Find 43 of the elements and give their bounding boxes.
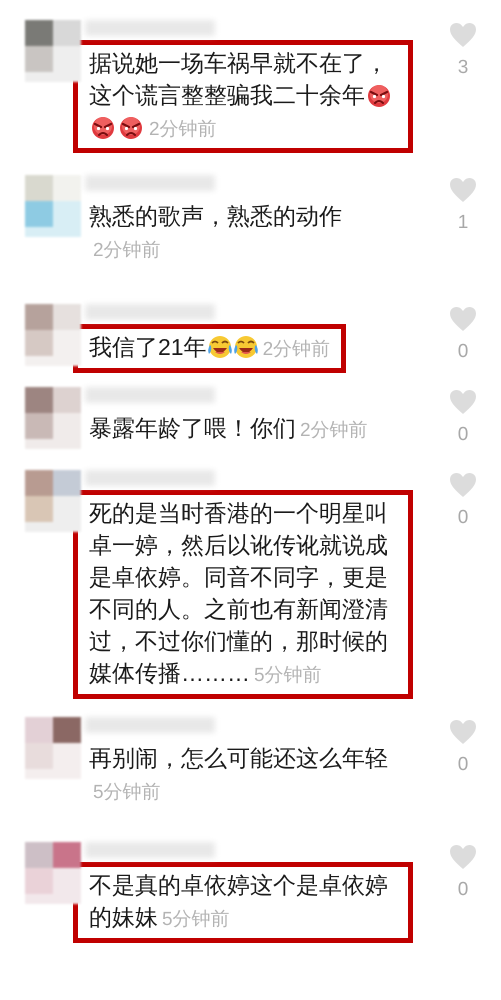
laughing-crying-face-icon	[206, 335, 233, 359]
like-count: 1	[458, 211, 468, 235]
comment-text: 不是真的卓依婷这个是卓依婷	[89, 872, 388, 898]
comment-time: 2分钟前	[149, 119, 217, 140]
comment-time: 2分钟前	[300, 420, 368, 441]
comment-text: 据说她一场车祸早就不在了，	[89, 50, 388, 76]
pixelated-avatar	[25, 717, 81, 779]
heart-icon[interactable]	[449, 719, 477, 745]
angry-face-icon	[118, 115, 144, 139]
comment-text: 再别闹，怎么可能还这么年轻	[89, 745, 388, 771]
comment-time: 5分钟前	[254, 665, 322, 686]
like-count: 0	[458, 753, 468, 777]
comment-text: 熟悉的歌声，熟悉的动作	[89, 203, 342, 229]
comment-text: 暴露年龄了喂！你们	[89, 415, 296, 441]
pixelated-avatar	[25, 470, 81, 532]
pixelated-avatar	[25, 842, 81, 904]
pixelated-avatar	[25, 387, 81, 449]
heart-icon[interactable]	[449, 472, 477, 498]
like-count: 0	[458, 423, 468, 447]
pixelated-avatar	[25, 20, 81, 82]
comment-time: 5分钟前	[162, 909, 230, 930]
comment-text: 死的是当时香港的一个明星叫卓一婷，然后以讹传讹就说成是卓依婷。同音不同字，更是不同的人。之前也有新闻澄清过，不过你们懂的，那时候的	[89, 500, 388, 654]
comment-time: 5分钟前	[93, 782, 161, 803]
like-count: 0	[458, 506, 468, 530]
like-count: 0	[458, 340, 468, 364]
pixelated-avatar	[25, 175, 81, 237]
comment-text: 这个谎言整整骗我二十余年	[89, 82, 365, 108]
pixelated-avatar	[25, 304, 81, 366]
angry-face-icon	[90, 115, 116, 139]
heart-icon[interactable]	[449, 306, 477, 332]
laughing-crying-face-icon	[232, 335, 259, 359]
heart-icon[interactable]	[449, 844, 477, 870]
like-count: 0	[458, 878, 468, 902]
comment-time: 2分钟前	[262, 339, 330, 360]
comment-text: 我信了21年	[89, 334, 207, 360]
comment-time: 2分钟前	[93, 240, 161, 261]
heart-icon[interactable]	[449, 177, 477, 203]
like-count: 3	[458, 56, 468, 80]
comment-text: 媒体传播………	[89, 660, 250, 686]
heart-icon[interactable]	[449, 389, 477, 415]
angry-face-icon	[366, 83, 392, 107]
heart-icon[interactable]	[449, 22, 477, 48]
comment-text: 的妹妹	[89, 904, 158, 930]
